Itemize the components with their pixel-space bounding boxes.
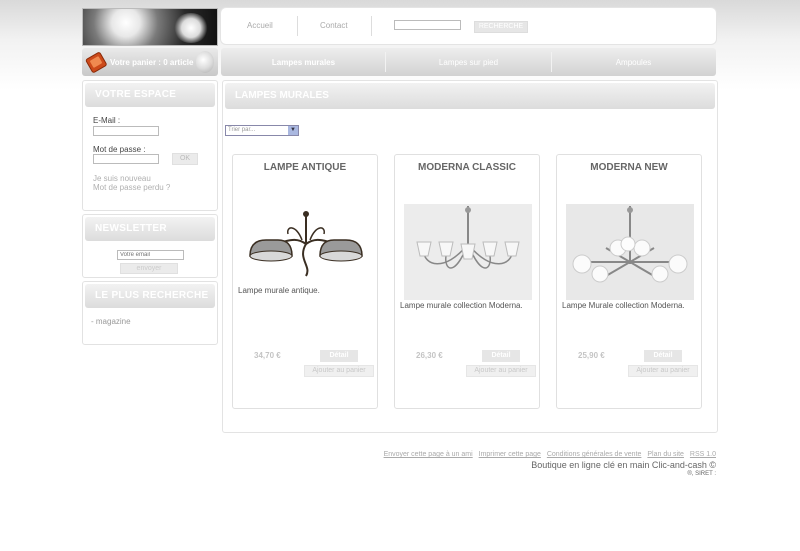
- main-content: LAMPES MURALES Trier par... ▼ LAMPE ANTI…: [222, 80, 718, 433]
- newsletter-email-input[interactable]: [117, 250, 184, 260]
- chevron-down-icon: ▼: [288, 126, 298, 135]
- product-description: Lampe murale antique.: [238, 286, 320, 295]
- lost-password-link[interactable]: Mot de passe perdu ?: [93, 183, 170, 192]
- site-logo[interactable]: [82, 8, 218, 46]
- account-box: VOTRE ESPACE E-Mail : Mot de passe : OK …: [82, 80, 218, 211]
- product-price: 34,70 €: [254, 351, 281, 360]
- add-to-cart-button[interactable]: Ajouter au panier: [304, 365, 374, 377]
- product-image-moderna-classic[interactable]: [404, 204, 532, 300]
- product-description: Lampe murale collection Moderna.: [400, 301, 523, 310]
- product-price: 25,90 €: [578, 351, 605, 360]
- popular-title: LE PLUS RECHERCHE: [85, 284, 215, 308]
- email-label: E-Mail :: [93, 116, 121, 125]
- footer-link-cgv[interactable]: Conditions générales de vente: [547, 451, 642, 458]
- newsletter-title: NEWSLETTER: [85, 217, 215, 241]
- password-field[interactable]: [93, 154, 159, 164]
- detail-button[interactable]: Détail: [482, 350, 520, 362]
- footer-links: Envoyer cette page à un ami Imprimer cet…: [380, 451, 716, 458]
- footer-link-print[interactable]: Imprimer cette page: [479, 451, 541, 458]
- register-link[interactable]: Je suis nouveau: [93, 174, 151, 183]
- product-description: Lampe Murale collection Moderna.: [562, 301, 685, 310]
- sort-select-value: Trier par...: [228, 127, 256, 133]
- category-menu: Lampes murales Lampes sur pied Ampoules: [221, 48, 716, 76]
- product-price: 26,30 €: [416, 351, 443, 360]
- product-title[interactable]: LAMPE ANTIQUE: [233, 162, 377, 173]
- product-card: LAMPE ANTIQUE Lampe murale antique. 34,7…: [232, 154, 378, 409]
- product-title[interactable]: MODERNA NEW: [557, 162, 701, 173]
- product-card: MODERNA CLASSIC Lampe murale collection …: [394, 154, 540, 409]
- search-input[interactable]: [394, 20, 461, 30]
- popular-item[interactable]: - magazine: [91, 317, 131, 326]
- footer-tagline: Boutique en ligne clé en main Clic-and-c…: [531, 460, 716, 470]
- search-button[interactable]: RECHERCHE: [474, 21, 528, 33]
- product-card: MODERNA NEW Lampe Murale collection Mode…: [556, 154, 702, 409]
- divider: [297, 16, 298, 36]
- product-image-moderna-new[interactable]: [566, 204, 694, 300]
- category-lampes-sur-pied[interactable]: Lampes sur pied: [386, 58, 551, 67]
- newsletter-box: NEWSLETTER envoyer: [82, 214, 218, 278]
- page-title: LAMPES MURALES: [225, 83, 715, 109]
- add-to-cart-button[interactable]: Ajouter au panier: [466, 365, 536, 377]
- divider: [371, 16, 372, 36]
- cart-icon: [85, 52, 107, 73]
- category-lampes-murales[interactable]: Lampes murales: [221, 58, 386, 67]
- newsletter-submit-button[interactable]: envoyer: [120, 263, 178, 274]
- bulb-icon: [196, 51, 214, 73]
- lightbulb-graphic: [173, 13, 209, 43]
- footer-link-rss[interactable]: RSS 1.0: [690, 451, 716, 458]
- footer-link-sitemap[interactable]: Plan du site: [647, 451, 684, 458]
- footer-legal: ®, SIRET :: [687, 471, 716, 477]
- add-to-cart-button[interactable]: Ajouter au panier: [628, 365, 698, 377]
- login-button[interactable]: OK: [172, 153, 198, 165]
- email-field[interactable]: [93, 126, 159, 136]
- nav-link-contact[interactable]: Contact: [320, 21, 348, 30]
- nav-link-accueil[interactable]: Accueil: [247, 21, 273, 30]
- footer-link-send-friend[interactable]: Envoyer cette page à un ami: [384, 451, 473, 458]
- cart-bar[interactable]: Votre panier : 0 article: [82, 48, 218, 76]
- top-navigation: Accueil Contact RECHERCHE: [221, 8, 716, 44]
- detail-button[interactable]: Détail: [644, 350, 682, 362]
- detail-button[interactable]: Détail: [320, 350, 358, 362]
- cart-summary: Votre panier : 0 article: [110, 58, 194, 67]
- popular-box: LE PLUS RECHERCHE - magazine: [82, 281, 218, 345]
- product-title[interactable]: MODERNA CLASSIC: [395, 162, 539, 173]
- category-ampoules[interactable]: Ampoules: [551, 58, 716, 67]
- account-box-title: VOTRE ESPACE: [85, 83, 215, 107]
- sort-select[interactable]: Trier par... ▼: [225, 125, 299, 136]
- password-label: Mot de passe :: [93, 145, 146, 154]
